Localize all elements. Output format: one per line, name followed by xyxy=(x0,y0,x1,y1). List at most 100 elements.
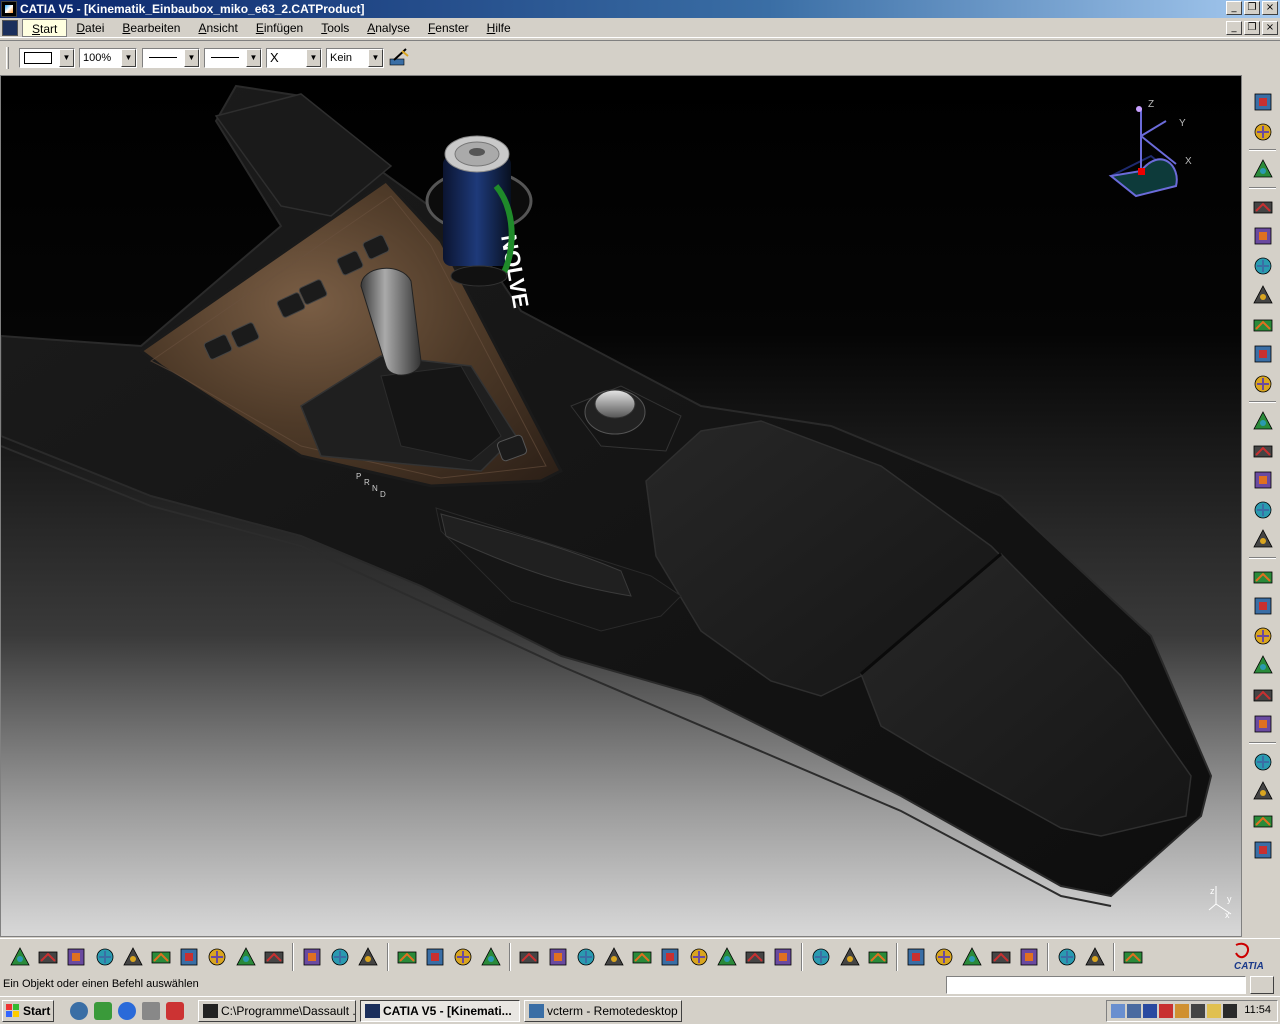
chevron-down-icon[interactable]: ▼ xyxy=(184,49,199,67)
menu-start[interactable]: Start xyxy=(22,18,68,37)
media-quicklaunch-icon[interactable] xyxy=(166,1002,184,1020)
settings-icon[interactable] xyxy=(1251,838,1275,862)
sphere-icon[interactable] xyxy=(1251,313,1275,337)
chevron-down-icon[interactable]: ▼ xyxy=(59,49,74,67)
ie-quicklaunch-icon[interactable] xyxy=(70,1002,88,1020)
menu-bearbeiten[interactable]: Bearbeiten xyxy=(113,19,189,37)
redo-icon[interactable] xyxy=(234,945,258,969)
start-button[interactable]: Start xyxy=(2,1000,54,1022)
catalog-icon[interactable] xyxy=(1251,624,1275,648)
whats-this-icon[interactable] xyxy=(262,945,286,969)
assembly-icon[interactable] xyxy=(1251,439,1275,463)
document-icon[interactable] xyxy=(1251,683,1275,707)
painter-icon[interactable] xyxy=(388,46,410,68)
swap-icon[interactable] xyxy=(771,945,795,969)
network-tray-icon[interactable] xyxy=(1111,1004,1125,1018)
film-icon[interactable] xyxy=(1251,409,1275,433)
fly-mode-icon[interactable] xyxy=(1251,90,1275,114)
hide-show-icon[interactable] xyxy=(743,945,767,969)
manipulate-icon[interactable] xyxy=(1251,157,1275,181)
compass-down-icon[interactable] xyxy=(809,945,833,969)
binoculars-icon[interactable] xyxy=(1251,565,1275,589)
zoom-out-icon[interactable] xyxy=(630,945,654,969)
taskbar-button[interactable]: vcterm - Remotedesktop xyxy=(524,1000,682,1022)
resize-icon[interactable] xyxy=(1121,945,1145,969)
cut-icon[interactable] xyxy=(121,945,145,969)
point-style-combo[interactable]: X ▼ xyxy=(266,48,322,68)
menu-datei[interactable]: Datei xyxy=(67,19,113,37)
text-icon[interactable] xyxy=(1251,283,1275,307)
power-input-field[interactable] xyxy=(946,976,1246,994)
geometry-icon[interactable] xyxy=(1251,809,1275,833)
select-icon[interactable] xyxy=(1251,120,1275,144)
comment-icon[interactable] xyxy=(328,945,352,969)
snap-icon[interactable] xyxy=(1251,254,1275,278)
tree-icon[interactable] xyxy=(1251,468,1275,492)
minimize-button[interactable]: _ xyxy=(1226,1,1242,15)
menu-fenster[interactable]: Fenster xyxy=(419,19,478,37)
open-icon[interactable] xyxy=(36,945,60,969)
new-icon[interactable] xyxy=(8,945,32,969)
monitor-tray-icon[interactable] xyxy=(1127,1004,1141,1018)
multi-view-icon[interactable] xyxy=(1251,224,1275,248)
line-type-combo[interactable]: ▼ xyxy=(142,48,200,68)
toolbar-grip[interactable] xyxy=(6,47,9,69)
drive-quicklaunch-icon[interactable] xyxy=(142,1002,160,1020)
fit-all-icon[interactable] xyxy=(517,945,541,969)
compass-up-icon[interactable] xyxy=(838,945,862,969)
update-tray-icon[interactable] xyxy=(1175,1004,1189,1018)
next-icon[interactable] xyxy=(960,945,984,969)
taskbar-button[interactable]: CATIA V5 - [Kinemati... xyxy=(360,1000,520,1022)
menu-einfgen[interactable]: Einfügen xyxy=(247,19,312,37)
copy-icon[interactable] xyxy=(149,945,173,969)
shading-icon[interactable] xyxy=(715,945,739,969)
menu-hilfe[interactable]: Hilfe xyxy=(478,19,520,37)
close-button[interactable]: × xyxy=(1262,1,1278,15)
highlight-icon[interactable] xyxy=(1083,945,1107,969)
network-icon[interactable] xyxy=(1251,594,1275,618)
paste-icon[interactable] xyxy=(177,945,201,969)
chevron-down-icon[interactable]: ▼ xyxy=(306,49,321,67)
chevron-down-icon[interactable]: ▼ xyxy=(368,49,383,67)
3d-viewport[interactable]: PRND NOLVE Z Y X z y x xyxy=(0,75,1242,937)
analysis-icon[interactable] xyxy=(1251,372,1275,396)
pan-icon[interactable] xyxy=(546,945,570,969)
search-icon[interactable] xyxy=(989,945,1013,969)
table-icon[interactable] xyxy=(395,945,419,969)
restore-button[interactable]: ❐ xyxy=(1244,1,1260,15)
power-input-button[interactable] xyxy=(1250,976,1274,994)
prev-icon[interactable] xyxy=(932,945,956,969)
zoom-combo[interactable]: 100% ▼ xyxy=(79,48,137,68)
menu-ansicht[interactable]: Ansicht xyxy=(189,19,246,37)
undo-icon[interactable] xyxy=(205,945,229,969)
app-quicklaunch-icon[interactable] xyxy=(94,1002,112,1020)
browser-quicklaunch-icon[interactable] xyxy=(118,1002,136,1020)
chevron-down-icon[interactable]: ▼ xyxy=(121,49,136,67)
constraints-icon[interactable] xyxy=(1251,527,1275,551)
taskbar-button[interactable]: C:\Programme\Dassault ... xyxy=(198,1000,356,1022)
save-icon[interactable] xyxy=(64,945,88,969)
menu-tools[interactable]: Tools xyxy=(312,19,358,37)
formula-icon[interactable] xyxy=(300,945,324,969)
vpn-tray-icon[interactable] xyxy=(1223,1004,1237,1018)
program-tray-icon[interactable] xyxy=(1207,1004,1221,1018)
light-icon[interactable] xyxy=(356,945,380,969)
measure-icon[interactable] xyxy=(866,945,890,969)
chevron-down-icon[interactable]: ▼ xyxy=(246,49,261,67)
screen-tray-icon[interactable] xyxy=(1143,1004,1157,1018)
print-icon[interactable] xyxy=(93,945,117,969)
palette-icon[interactable] xyxy=(1055,945,1079,969)
update-icon[interactable] xyxy=(1251,750,1275,774)
doc-restore-button[interactable]: ❐ xyxy=(1244,21,1260,35)
measure-icon[interactable] xyxy=(1251,653,1275,677)
tools-icon[interactable] xyxy=(1017,945,1041,969)
layer-combo[interactable]: Kein ▼ xyxy=(326,48,384,68)
center-console-model[interactable]: PRND NOLVE Z Y X z y x xyxy=(1,76,1242,937)
doc-close-button[interactable]: × xyxy=(1262,21,1278,35)
doc-minimize-button[interactable]: _ xyxy=(1226,21,1242,35)
target-icon[interactable] xyxy=(904,945,928,969)
book-icon[interactable] xyxy=(1251,342,1275,366)
rotate-icon[interactable] xyxy=(574,945,598,969)
security-tray-icon[interactable] xyxy=(1159,1004,1173,1018)
filter-icon[interactable] xyxy=(451,945,475,969)
